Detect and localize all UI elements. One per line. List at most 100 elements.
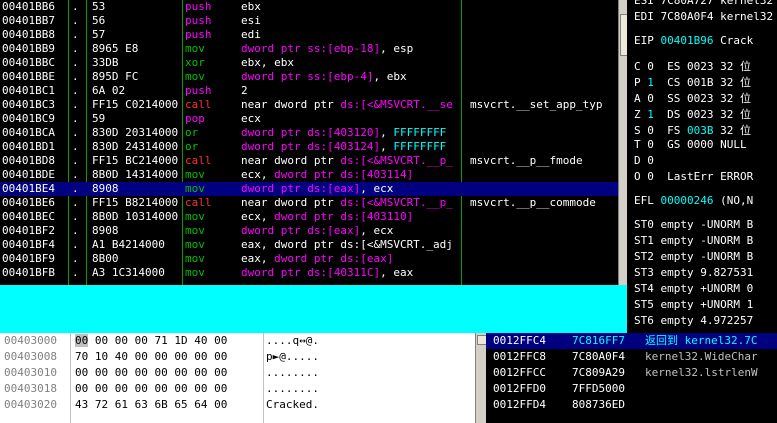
disasm-row[interactable]: 00401BCA. 830D 20314000 or dword ptr ds:[40… [0, 126, 618, 140]
dump-row[interactable]: 00403010 00 00 00 00 00 00 00 00........ [0, 365, 486, 381]
dump-row[interactable]: 00403018 00 00 00 00 00 00 00 00........ [0, 381, 486, 397]
disasm-row[interactable]: 00401BD1. 830D 24314000 or dword ptr ds:[40… [0, 140, 618, 154]
disasm-row[interactable]: 00401BF2. 8908 mov dword ptr ds:[eax], ecx [0, 224, 618, 238]
disasm-operands: eax, dword ptr ds:[<&MSVCRT._adj [241, 238, 453, 251]
register-label: T 0 GS 0000 NULL [634, 138, 747, 151]
disasm-mnemonic: call [185, 98, 212, 111]
register-line[interactable]: ST2 empty -UNORM B [634, 250, 753, 263]
dump-byte[interactable]: 00 [75, 382, 88, 395]
stack-row[interactable]: 0012FFC8 7C80A0F4 kernel32.WideChar [486, 349, 777, 365]
register-line[interactable]: ST5 empty +UNORM 1 [634, 298, 753, 311]
register-line[interactable]: ST0 empty -UNORM B [634, 218, 753, 231]
register-label: ESI 7C80A727 kernel32 [634, 0, 774, 7]
dump-address: 00403020 [4, 398, 57, 411]
dump-byte[interactable]: 00 [75, 366, 88, 379]
disasm-row[interactable]: 00401BFB. A3 1C314000 mov dword ptr ds:[403… [0, 266, 618, 280]
disasm-row[interactable]: 00401BB9. 8965 E8 mov dword ptr ss:[ebp-18]… [0, 42, 618, 56]
disasm-hex: A1 B4214000 [92, 238, 165, 251]
register-line[interactable]: ST6 empty 4.972257 [634, 314, 753, 327]
disasm-hex: A3 1C314000 [92, 266, 165, 279]
disasm-marker: . [72, 238, 79, 251]
register-line[interactable]: O 0 LastErr ERROR [634, 170, 753, 183]
disasm-operands: dword ptr ds:[eax], ecx [241, 182, 394, 195]
register-line[interactable]: T 0 GS 0000 NULL [634, 138, 747, 151]
disasm-hex: 8B00 [92, 252, 119, 265]
dump-row[interactable]: 00403000 00 00 00 00 71 1D 40 00 ....q↔@. [0, 333, 486, 349]
registers-pane[interactable]: ESI 7C80A727 kernel32 EDI 7C80A0F4 kernel… [627, 0, 777, 333]
disasm-row[interactable]: 00401BC3. FF15 C0214000 call near dword ptr… [0, 98, 618, 112]
register-label: ST1 empty -UNORM B [634, 234, 754, 247]
disasm-marker: . [72, 140, 79, 153]
register-line[interactable]: C 0 ES 0023 32 位 [634, 58, 751, 74]
disasm-row[interactable]: 00401BB7. 56 push esi [0, 14, 618, 28]
register-line[interactable]: EDI 7C80A0F4 kernel32 [634, 10, 773, 23]
register-line[interactable]: ST1 empty -UNORM B [634, 234, 753, 247]
disasm-operands: dword ptr ds:[40311C], eax [241, 266, 414, 279]
memory-dump-pane[interactable]: 00403000 00 00 00 00 71 1D 40 00 ....q↔@. 0… [0, 333, 486, 423]
register-label: EDI 7C80A0F4 kernel32 [634, 10, 774, 23]
disasm-row[interactable]: 00401BB8. 57 push edi [0, 28, 618, 42]
disasm-mnemonic: mov [185, 224, 205, 237]
disasm-row[interactable]: 00401BBE. 895D FC mov dword ptr ss:[ebp-4],… [0, 70, 618, 84]
register-label: EIP [634, 34, 661, 47]
register-label: A 0 SS 0023 32 位 [634, 92, 751, 105]
register-line[interactable]: D 0 [634, 154, 654, 167]
stack-row[interactable]: 0012FFC4 7C816FF7 返回到 kernel32.7C [486, 333, 777, 349]
disassembly-scrollbar[interactable] [618, 0, 627, 285]
dump-address: 00403018 [4, 382, 57, 395]
disasm-address: 00401BE4 [2, 182, 55, 195]
register-label: ST0 empty -UNORM B [634, 218, 754, 231]
disasm-row[interactable]: 00401BE6. FF15 B8214000 call near dword ptr… [0, 196, 618, 210]
register-label: D 0 [634, 154, 654, 167]
disasm-marker: . [72, 252, 79, 265]
disasm-row[interactable]: 00401BF9. 8B00 mov eax, dword ptr ds:[eax] [0, 252, 618, 266]
register-line[interactable]: A 0 SS 0023 32 位 [634, 90, 751, 106]
disasm-hex: 56 [92, 14, 106, 27]
disasm-comment: msvcrt.__p__commode [470, 196, 596, 209]
disasm-mnemonic: push [185, 14, 212, 27]
register-line[interactable]: EIP 00401B96 Crack [634, 34, 753, 47]
stack-row[interactable]: 0012FFCC 7C809A29 kernel32.lstrlenW [486, 365, 777, 381]
register-line[interactable]: Z 1 DS 0023 32 位 [634, 106, 751, 122]
disasm-row[interactable]: 00401BC1. 6A 02 push 2 [0, 84, 618, 98]
scrollbar-thumb[interactable] [620, 14, 627, 56]
disasm-hex: FF15 B8214000 [92, 196, 179, 209]
disasm-operands: ebx, ebx [241, 56, 294, 69]
disasm-marker: . [72, 196, 79, 209]
disasm-marker: . [72, 14, 79, 27]
disasm-mnemonic: mov [185, 252, 205, 265]
register-line[interactable]: EFL 00000246 (NO,N [634, 194, 753, 207]
disasm-row[interactable]: 00401BD8. FF15 BC214000 call near dword ptr… [0, 154, 618, 168]
disasm-marker: . [72, 28, 79, 41]
disasm-hex: 8908 [92, 182, 119, 195]
disasm-operands: esi [241, 14, 261, 27]
register-line[interactable]: ST3 empty 9.827531 [634, 266, 753, 279]
disasm-row[interactable]: 00401BBC. 33DB xor ebx, ebx [0, 56, 618, 70]
disasm-address: 00401BB7 [2, 14, 55, 27]
stack-pane[interactable]: 0012FFC4 7C816FF7 返回到 kernel32.7C 0012FFC8 7… [486, 333, 777, 423]
disasm-row[interactable]: 00401BC9. 59 pop ecx [0, 112, 618, 126]
stack-row[interactable]: 0012FFD4 808736ED [486, 397, 777, 413]
dump-row[interactable]: 00403020 43 72 61 63 6B 65 64 00 Cracked. [0, 397, 486, 413]
disasm-row[interactable]: 00401BE4. 8908 mov dword ptr ds:[eax], ecx [0, 182, 618, 196]
register-line[interactable]: P 1 CS 001B 32 位 [634, 74, 751, 90]
disasm-row[interactable]: 00401BB6. 53 push ebx [0, 0, 618, 14]
dump-byte[interactable]: 43 [75, 398, 88, 411]
scrollbar-thumb[interactable] [477, 335, 486, 345]
disasm-row[interactable]: 00401BF4. A1 B4214000 mov eax, dword ptr ds… [0, 238, 618, 252]
disasm-marker: . [72, 168, 79, 181]
dump-row[interactable]: 00403008 70 10 40 00 00 00 00 00 p►@..... [0, 349, 486, 365]
disasm-mnemonic: push [185, 0, 212, 13]
disasm-row[interactable]: 00401BEC. 8B0D 10314000 mov ecx, dword ptr … [0, 210, 618, 224]
disasm-row[interactable]: 00401BDE. 8B0D 14314000 mov ecx, dword ptr … [0, 168, 618, 182]
dump-scrollbar[interactable] [475, 333, 486, 423]
dump-byte[interactable]: 70 [75, 350, 88, 363]
disasm-address: 00401BD1 [2, 140, 55, 153]
register-line[interactable]: S 0 FS 003B 32 位 [634, 122, 751, 138]
register-line[interactable]: ESI 7C80A727 kernel32 [634, 0, 773, 7]
register-line[interactable]: ST4 empty +UNORM 0 [634, 282, 753, 295]
disassembly-pane[interactable]: 00401BB6. 53 push ebx 00401BB7. 56 push esi 0040… [0, 0, 618, 285]
stack-row[interactable]: 0012FFD0 7FFD5000 [486, 381, 777, 397]
dump-byte[interactable]: 00 [75, 334, 89, 347]
disasm-mnemonic: mov [185, 238, 205, 251]
